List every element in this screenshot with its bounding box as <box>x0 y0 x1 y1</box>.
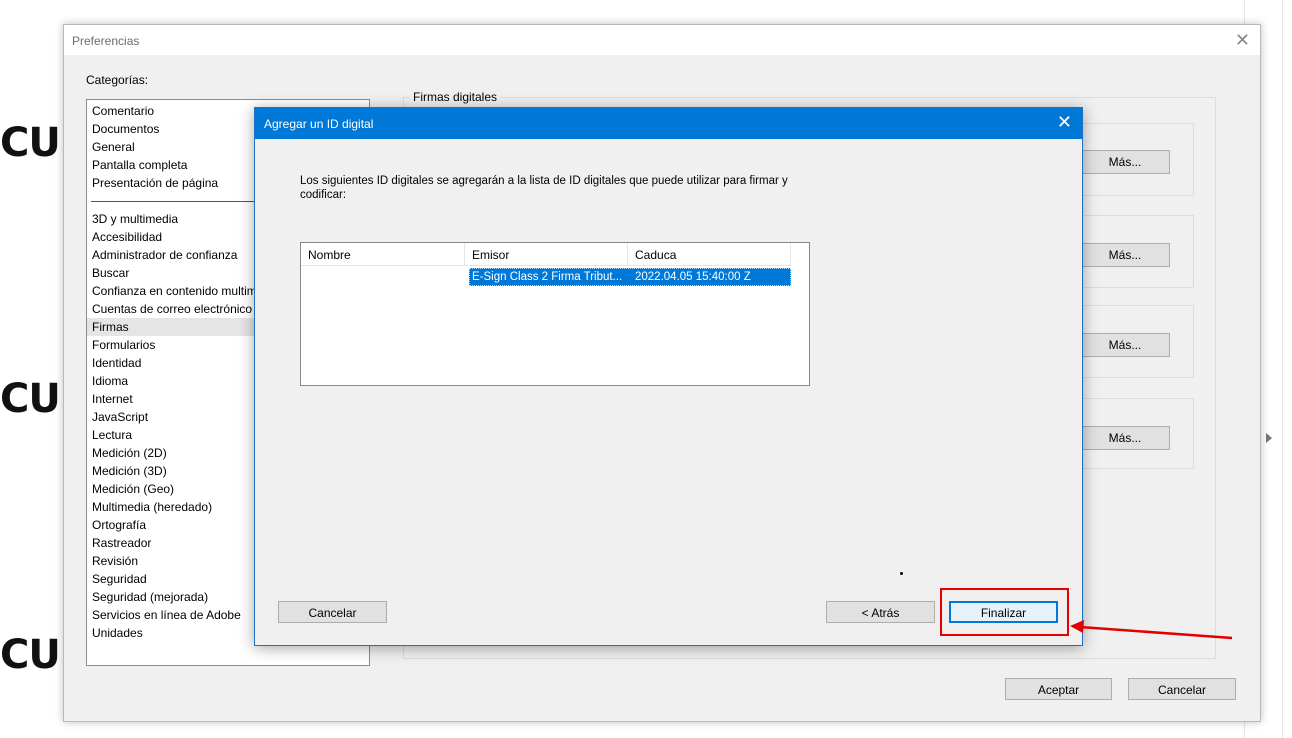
red-arrow-annotation <box>1070 620 1233 640</box>
